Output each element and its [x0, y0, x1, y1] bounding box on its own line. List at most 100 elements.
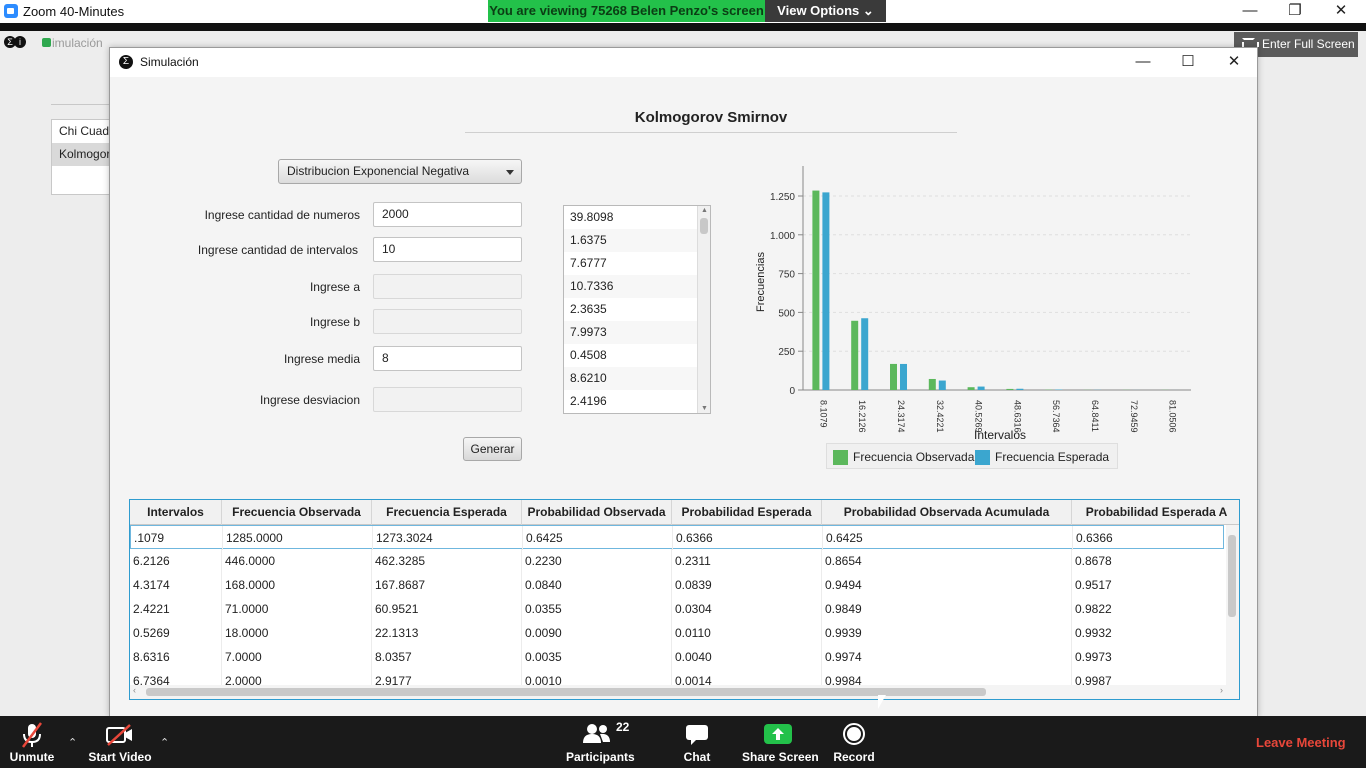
desviacion-input[interactable]: [373, 387, 522, 412]
column-header[interactable]: Probabilidad Observada: [522, 500, 672, 525]
list-item[interactable]: 0.4508: [564, 344, 698, 367]
title-divider: [465, 132, 957, 133]
y-tick-label: 250: [778, 347, 795, 358]
maximize-icon[interactable]: ☐: [1166, 51, 1210, 73]
viewing-banner: You are viewing 75268 Belen Penzo's scre…: [488, 0, 765, 22]
list-item[interactable]: 1.6375: [564, 229, 698, 252]
chevron-right-icon[interactable]: ›: [1220, 685, 1223, 695]
restore-icon[interactable]: ❐: [1272, 0, 1318, 22]
list-item[interactable]: 8.6210: [564, 367, 698, 390]
record-button[interactable]: Record: [830, 716, 878, 768]
y-tick-label: 500: [778, 308, 795, 319]
minimize-icon[interactable]: —: [1227, 0, 1273, 22]
table-cell: 2.4221: [130, 597, 222, 621]
column-header[interactable]: Probabilidad Esperada A: [1072, 500, 1239, 525]
table-header: Intervalos Frecuencia Observada Frecuenc…: [130, 500, 1239, 525]
x-tick-label: 32.4221: [935, 400, 945, 433]
list-item[interactable]: 2.4196: [564, 390, 698, 413]
column-header[interactable]: Intervalos: [130, 500, 222, 525]
bar-esperada: [861, 318, 869, 390]
table-cell: 0.9973: [1072, 645, 1239, 669]
numbers-scrollbar[interactable]: ▲ ▼: [697, 206, 710, 413]
share-screen-button[interactable]: Share Screen: [742, 716, 819, 768]
view-options-button[interactable]: View Options ⌄: [765, 0, 886, 22]
column-header[interactable]: Frecuencia Observada: [222, 500, 372, 525]
x-axis-label: Intervalos: [974, 428, 1026, 442]
chat-button[interactable]: Chat: [676, 716, 718, 768]
participants-button[interactable]: 22 Participants: [566, 716, 635, 768]
media-input[interactable]: 8: [373, 346, 522, 371]
column-header[interactable]: Frecuencia Esperada: [372, 500, 522, 525]
table-row[interactable]: 2.4221 71.0000 60.9521 0.0355 0.0304 0.9849 0.…: [130, 597, 1224, 621]
list-item[interactable]: Chi Cuadrado: [52, 120, 110, 143]
numbers-list-body: 39.8098 1.6375 7.6777 10.7336 2.3635 7.9…: [564, 206, 710, 413]
scrollbar-thumb[interactable]: [146, 688, 986, 696]
label-media: Ingrese media: [283, 352, 360, 366]
x-tick-label: 8.1079: [818, 400, 828, 428]
chevron-up-icon[interactable]: ⌃: [160, 736, 170, 749]
table-row[interactable]: 0.5269 18.0000 22.1313 0.0090 0.0110 0.9939 0.…: [130, 621, 1224, 645]
table-cell: 18.0000: [222, 621, 372, 645]
chevron-left-icon[interactable]: ‹: [133, 685, 136, 695]
chevron-down-icon[interactable]: ▼: [701, 405, 708, 412]
chevron-up-icon[interactable]: ▲: [701, 207, 708, 214]
lock-icon: [42, 38, 51, 47]
minimize-icon[interactable]: —: [1121, 51, 1165, 73]
microphone-muted-icon: [22, 722, 42, 748]
list-item[interactable]: Kolmogorov: [52, 143, 110, 166]
chat-label: Chat: [683, 750, 711, 764]
scrollbar-thumb[interactable]: [700, 218, 708, 234]
label-a: Ingrese a: [309, 280, 360, 294]
column-header[interactable]: Probabilidad Esperada: [672, 500, 822, 525]
view-options-label: View Options: [777, 3, 860, 18]
y-tick-label: 0: [789, 386, 795, 397]
table-row[interactable]: 8.6316 7.0000 8.0357 0.0035 0.0040 0.9974 0.99…: [130, 645, 1224, 669]
enter-full-screen-label: Enter Full Screen: [1262, 37, 1355, 51]
close-icon[interactable]: ✕: [1212, 51, 1256, 73]
results-table[interactable]: Intervalos Frecuencia Observada Frecuenc…: [129, 499, 1240, 700]
list-item[interactable]: 7.9973: [564, 321, 698, 344]
table-row[interactable]: 4.3174 168.0000 167.8687 0.0840 0.0839 0.9494…: [130, 573, 1224, 597]
list-item[interactable]: 39.8098: [564, 206, 698, 229]
list-item[interactable]: 7.6777: [564, 252, 698, 275]
table-cell: 1273.3024: [373, 526, 523, 550]
table-row[interactable]: 6.2126 446.0000 462.3285 0.2230 0.2311 0.8654…: [130, 549, 1224, 573]
column-header[interactable]: Probabilidad Observada Acumulada: [822, 500, 1072, 525]
zoom-window-title: Zoom 40-Minutes: [23, 4, 125, 19]
close-icon[interactable]: ✕: [1318, 0, 1364, 22]
cantidad-numeros-input[interactable]: 2000: [373, 202, 522, 227]
chevron-up-icon[interactable]: ⌃: [68, 736, 78, 749]
background-divider: [51, 104, 111, 105]
record-label: Record: [833, 750, 875, 764]
leave-meeting-button[interactable]: Leave Meeting: [1256, 735, 1346, 750]
list-item[interactable]: 10.7336: [564, 275, 698, 298]
generar-button[interactable]: Generar: [463, 437, 522, 461]
table-vertical-scrollbar[interactable]: [1226, 525, 1239, 685]
start-video-button[interactable]: Start Video: [88, 716, 152, 768]
table-cell: 71.0000: [222, 597, 372, 621]
distribution-select[interactable]: Distribucion Exponencial Negativa: [278, 159, 522, 184]
share-screen-label: Share Screen: [742, 750, 819, 764]
table-cell: 0.9494: [822, 573, 1072, 597]
bar-observada: [890, 363, 897, 390]
x-tick-label: 64.8411: [1090, 400, 1100, 432]
bar-esperada: [977, 386, 985, 390]
zoom-toolbar: Unmute ⌃ Start Video ⌃ 22 Participants C…: [0, 716, 1366, 768]
a-input[interactable]: [373, 274, 522, 299]
table-horizontal-scrollbar[interactable]: ‹ ›: [130, 685, 1239, 699]
chart-legend: Frecuencia Observada Frecuencia Esperada: [826, 443, 1118, 469]
list-item[interactable]: 2.3635: [564, 298, 698, 321]
page-title: Kolmogorov Smirnov: [634, 109, 788, 126]
cantidad-intervalos-input[interactable]: 10: [373, 237, 522, 262]
table-row[interactable]: .1079 1285.0000 1273.3024 0.6425 0.6366 0.642…: [130, 525, 1224, 550]
unmute-button[interactable]: Unmute: [6, 716, 58, 768]
x-tick-label: 81.0506: [1168, 400, 1178, 433]
bar-esperada: [938, 380, 946, 390]
scrollbar-thumb[interactable]: [1228, 535, 1236, 617]
simulacion-titlebar: Σ Simulación — ☐ ✕: [110, 48, 1257, 77]
zoom-logo-icon: [4, 4, 18, 18]
generated-numbers-list[interactable]: 39.8098 1.6375 7.6777 10.7336 2.3635 7.9…: [563, 205, 711, 414]
simulacion-title: Simulación: [140, 55, 199, 69]
b-input[interactable]: [373, 309, 522, 334]
label-cantidad-numeros: Ingrese cantidad de numeros: [204, 208, 360, 222]
